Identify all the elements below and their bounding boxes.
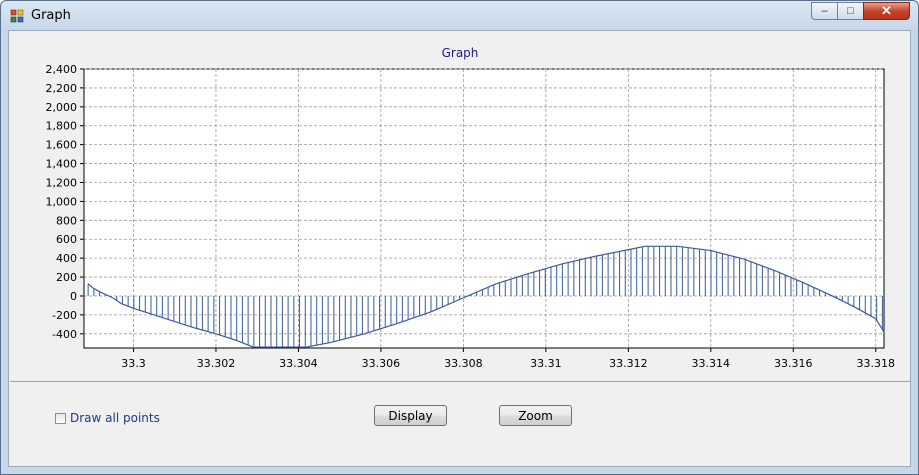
y-tick-label: 800 (56, 214, 77, 227)
title-bar[interactable]: Graph – □ ✕ (1, 1, 918, 31)
x-tick-label: 33.306 (362, 357, 401, 370)
y-tick-label: 0 (70, 290, 77, 303)
y-tick-label: 200 (56, 271, 77, 284)
close-button[interactable]: ✕ (863, 2, 910, 20)
client-area: Graph -400 -200 0 200 400 600 800 1,000 1,200 1,4… (8, 30, 911, 467)
chart: -400 -200 0 200 400 600 800 1,000 1,200 1,400 1,60… (46, 63, 896, 370)
display-button[interactable]: Display (374, 405, 447, 426)
graph-window: Graph – □ ✕ Graph -400 -200 0 200 400 600 800 1… (0, 0, 919, 475)
draw-all-points-label[interactable]: Draw all points (70, 411, 160, 425)
x-axis: 33.3 33.302 33.304 33.306 33.308 33.31 33.312 3… (121, 348, 895, 370)
zoom-button[interactable]: Zoom (499, 405, 572, 426)
maximize-icon: □ (847, 5, 854, 17)
y-axis: -400 -200 0 200 400 600 800 1,000 1,200 1,400 1,60… (46, 63, 84, 341)
maximize-button[interactable]: □ (837, 2, 864, 20)
y-tick-label: 600 (56, 233, 77, 246)
chart-area: Graph -400 -200 0 200 400 600 800 1,000 1,200 1,4… (10, 32, 910, 382)
y-tick-label: 2,000 (46, 101, 78, 114)
y-tick-label: 1,800 (46, 120, 78, 133)
y-tick-label: 1,600 (46, 139, 78, 152)
zoom-button-label: Zoom (518, 408, 553, 423)
y-tick-label: 2,200 (46, 82, 78, 95)
x-tick-label: 33.3 (121, 357, 146, 370)
app-icon (10, 9, 24, 23)
y-tick-label: 1,200 (46, 176, 78, 189)
plot-area (83, 68, 885, 349)
y-tick-label: 400 (56, 252, 77, 265)
y-tick-label: -400 (52, 328, 77, 341)
y-tick-label: 2,400 (46, 63, 78, 76)
window-title: Graph (31, 8, 71, 23)
x-tick-label: 33.318 (857, 357, 896, 370)
x-tick-label: 33.304 (279, 357, 318, 370)
draw-all-points-checkbox[interactable] (55, 412, 66, 424)
display-button-label: Display (388, 408, 433, 423)
y-tick-label: 1,400 (46, 158, 78, 171)
x-tick-label: 33.308 (444, 357, 483, 370)
y-tick-label: 1,000 (46, 195, 78, 208)
minimize-icon: – (821, 5, 828, 17)
x-tick-label: 33.314 (692, 357, 731, 370)
draw-all-points-option[interactable]: Draw all points (55, 411, 160, 425)
x-tick-label: 33.312 (609, 357, 648, 370)
y-tick-label: -200 (52, 309, 77, 322)
close-icon: ✕ (881, 3, 892, 18)
x-tick-label: 33.316 (774, 357, 813, 370)
minimize-button[interactable]: – (811, 2, 838, 20)
x-tick-label: 33.31 (530, 357, 562, 370)
x-tick-label: 33.302 (197, 357, 236, 370)
